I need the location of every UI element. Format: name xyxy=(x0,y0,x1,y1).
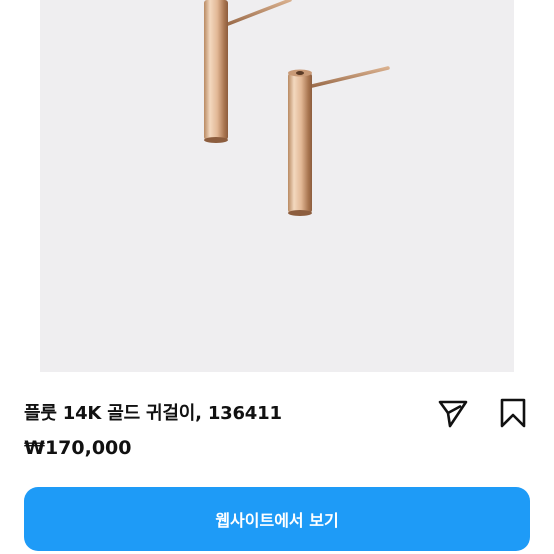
send-arrow-icon xyxy=(438,400,468,428)
bookmark-icon xyxy=(500,398,526,428)
share-button[interactable] xyxy=(436,396,470,430)
product-page: 플룻 14K 골드 귀걸이, 136411 ₩170,000 웹사이트에서 보기 xyxy=(0,0,554,554)
save-button[interactable] xyxy=(496,396,530,430)
view-on-website-button[interactable]: 웹사이트에서 보기 xyxy=(24,487,530,551)
product-title: 플룻 14K 골드 귀걸이, 136411 xyxy=(24,403,282,424)
product-price: ₩170,000 xyxy=(24,437,132,459)
product-image[interactable] xyxy=(40,0,514,372)
view-on-website-label: 웹사이트에서 보기 xyxy=(215,511,339,530)
product-info-row: 플룻 14K 골드 귀걸이, 136411 xyxy=(24,396,530,430)
earring-photo xyxy=(204,0,390,216)
